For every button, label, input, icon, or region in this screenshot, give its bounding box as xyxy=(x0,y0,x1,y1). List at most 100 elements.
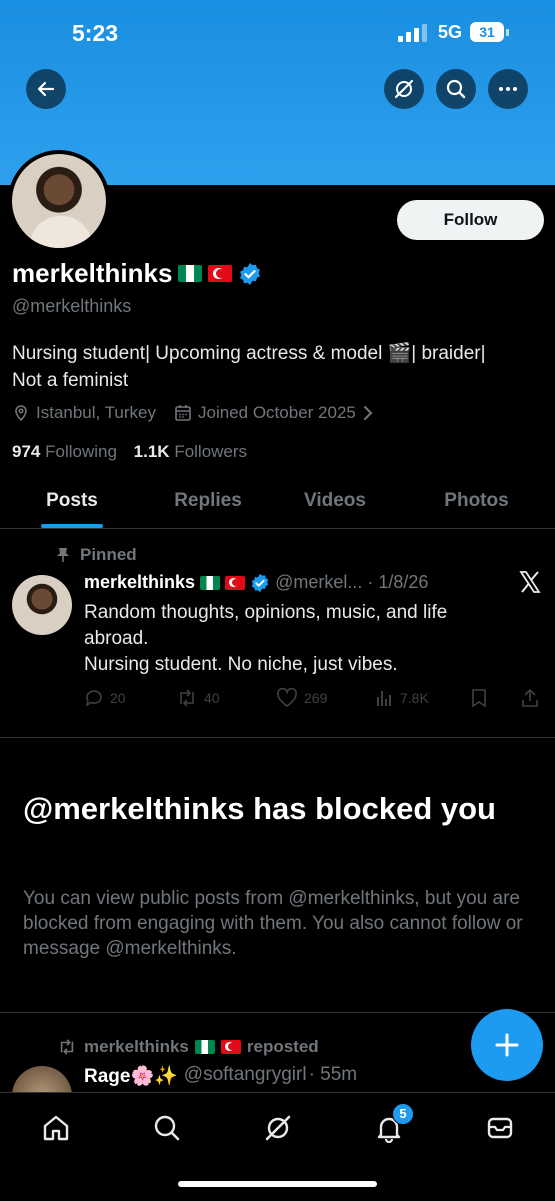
notifications-badge: 5 xyxy=(392,1103,414,1125)
pinned-indicator: Pinned xyxy=(56,545,137,565)
grok-icon xyxy=(265,1115,291,1141)
blocked-title: @merkelthinks has blocked you xyxy=(23,791,496,826)
tab-videos[interactable]: Videos xyxy=(272,474,398,528)
tab-photos[interactable]: Photos xyxy=(398,474,555,528)
home-indicator xyxy=(178,1181,377,1187)
status-bar: 5:23 5G 31 xyxy=(0,0,555,66)
follow-counts: 974 Following 1.1K Followers xyxy=(12,442,247,462)
nigeria-flag-icon xyxy=(178,265,203,282)
back-button[interactable] xyxy=(26,69,66,109)
repost-button[interactable]: 40 xyxy=(176,688,220,708)
views-icon xyxy=(377,691,391,706)
divider xyxy=(0,737,555,738)
reply-icon xyxy=(85,690,102,707)
search-icon xyxy=(154,1115,180,1141)
blocked-text: You can view public posts from @merkelth… xyxy=(23,888,523,959)
profile-bio: Nursing student| Upcoming actress & mode… xyxy=(12,340,542,394)
location-text: Istanbul, Turkey xyxy=(36,403,157,422)
home-icon xyxy=(43,1115,69,1141)
grok-button[interactable] xyxy=(384,69,424,109)
repost-header: Rage🌸✨ @softangrygirl · 55m xyxy=(84,1064,357,1088)
post-text-line: Random thoughts, opinions, music, and li… xyxy=(84,602,448,623)
more-icon xyxy=(499,87,517,91)
bio-line: Nursing student| Upcoming actress & mode… xyxy=(12,343,486,364)
nav-notifications[interactable]: 5 xyxy=(372,1103,414,1145)
search-icon xyxy=(446,79,466,99)
turkey-flag-icon xyxy=(220,1040,241,1054)
nav-grok[interactable] xyxy=(261,1111,295,1145)
repost-count: 40 xyxy=(204,690,220,706)
tab-replies[interactable]: Replies xyxy=(144,474,272,528)
share-icon xyxy=(522,688,538,707)
repost-orig-time: · 55m xyxy=(308,1064,358,1085)
following-link[interactable]: 974 Following xyxy=(12,442,117,461)
followers-link[interactable]: 1.1K Followers xyxy=(134,442,247,461)
turkey-flag-icon xyxy=(208,265,233,282)
verified-badge-icon xyxy=(251,573,269,592)
reply-count: 20 xyxy=(110,690,126,706)
calendar-icon xyxy=(175,405,191,421)
views-button[interactable]: 7.8K xyxy=(374,688,429,708)
post-text-line: abroad. xyxy=(84,628,149,649)
followers-label: Followers xyxy=(174,442,248,461)
plus-icon xyxy=(495,1033,519,1057)
views-count: 7.8K xyxy=(400,690,429,706)
network-label: 5G xyxy=(438,22,463,42)
more-button[interactable] xyxy=(488,69,528,109)
turkey-flag-icon xyxy=(225,575,246,590)
chevron-right-icon[interactable] xyxy=(362,404,374,422)
search-button[interactable] xyxy=(436,69,476,109)
grok-icon xyxy=(394,79,414,99)
nav-search[interactable] xyxy=(150,1111,184,1145)
reply-button[interactable]: 20 xyxy=(84,688,126,708)
share-button[interactable] xyxy=(520,688,540,708)
location-icon xyxy=(15,405,27,422)
battery-icon: 31 xyxy=(470,22,509,42)
post-avatar[interactable] xyxy=(12,575,72,635)
heart-icon xyxy=(277,688,297,707)
post-actions: 20 40 269 7.8K xyxy=(84,688,544,712)
post-text: Random thoughts, opinions, music, and li… xyxy=(84,600,524,678)
joined-text[interactable]: Joined October 2025 xyxy=(198,403,356,423)
repost-icon xyxy=(60,1039,74,1055)
pinned-label: Pinned xyxy=(80,545,137,564)
post-header: merkelthinks @merkel... · 1/8/26 xyxy=(84,572,428,593)
verified-badge-icon xyxy=(240,262,261,285)
pin-icon xyxy=(57,548,69,562)
post-text-line: Nursing student. No niche, just vibes. xyxy=(84,654,398,675)
follow-button[interactable]: Follow xyxy=(397,200,544,240)
reposted-label: reposted xyxy=(246,1037,319,1056)
profile-avatar[interactable] xyxy=(8,150,110,252)
nigeria-flag-icon xyxy=(200,575,221,590)
repost-author[interactable]: merkelthinks xyxy=(84,1037,189,1057)
mail-icon xyxy=(487,1117,513,1139)
display-name: merkelthinks xyxy=(12,258,173,288)
like-button[interactable]: 269 xyxy=(276,688,327,708)
bio-line: Not a feminist xyxy=(12,370,129,391)
bookmark-icon xyxy=(472,689,486,708)
repost-orig-name[interactable]: Rage🌸✨ xyxy=(84,1064,178,1088)
following-label: Following xyxy=(45,442,117,461)
repost-orig-handle: @softangrygirl xyxy=(183,1064,307,1085)
post-date: · 1/8/26 xyxy=(367,572,429,592)
profile-tabs: Posts Replies Videos Photos xyxy=(0,474,555,529)
followers-count: 1.1K xyxy=(133,442,170,461)
like-count: 269 xyxy=(304,690,328,706)
repost-icon xyxy=(180,689,194,707)
nav-messages[interactable] xyxy=(483,1111,517,1145)
bookmark-button[interactable] xyxy=(470,688,488,708)
divider xyxy=(0,1012,555,1013)
profile-meta: Istanbul, Turkey Joined October 2025 xyxy=(12,403,374,423)
x-logo-icon[interactable] xyxy=(518,570,542,594)
arrow-left-icon xyxy=(37,81,55,97)
repost-indicator: merkelthinks reposted xyxy=(56,1037,319,1057)
profile-name-row: merkelthinks xyxy=(12,258,262,289)
post-handle: @merkel... xyxy=(275,572,363,592)
following-count: 974 xyxy=(12,442,41,461)
compose-button[interactable] xyxy=(471,1009,543,1081)
status-time: 5:23 xyxy=(72,20,119,46)
post-author[interactable]: merkelthinks xyxy=(84,572,195,593)
profile-handle: @merkelthinks xyxy=(12,296,132,316)
nav-home[interactable] xyxy=(39,1111,73,1145)
tab-posts[interactable]: Posts xyxy=(0,474,144,528)
